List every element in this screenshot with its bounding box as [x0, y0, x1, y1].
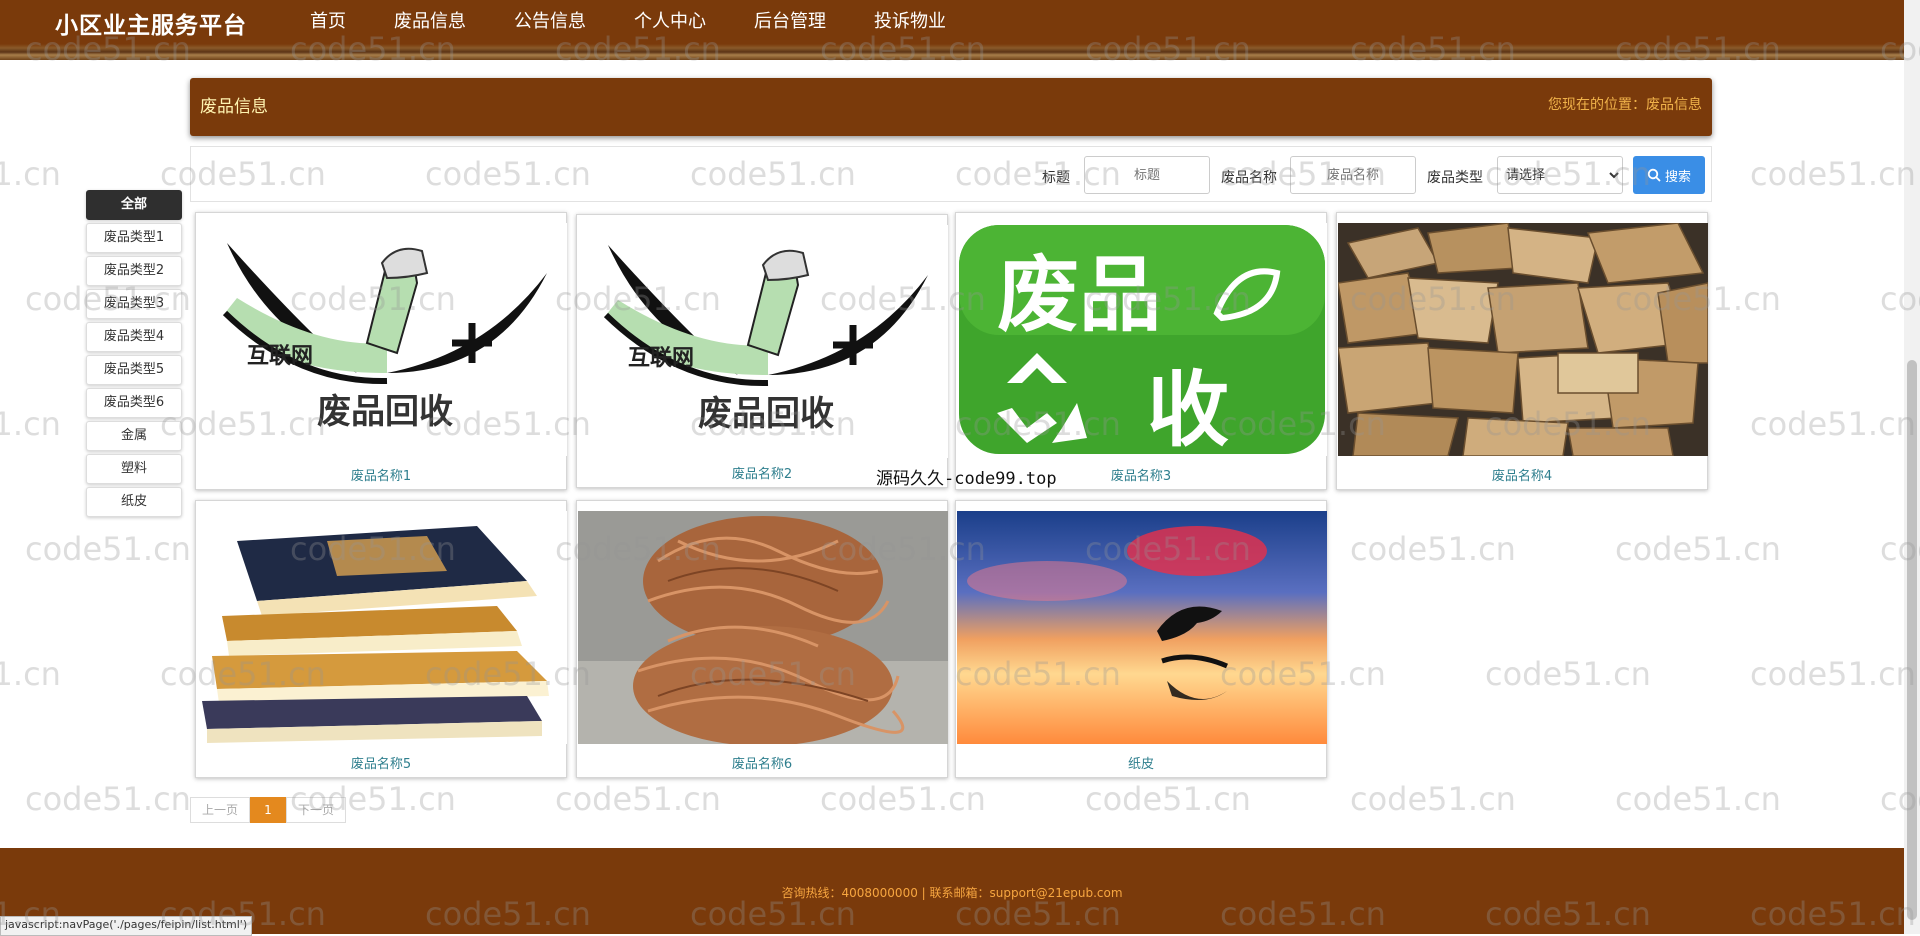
category-all[interactable]: 全部	[86, 190, 182, 220]
dolphin-sunset-image	[957, 511, 1327, 744]
book-stack-image	[197, 511, 567, 744]
type-label: 废品类型	[1427, 170, 1483, 186]
product-card[interactable]: 互联网 废品回收 废品名称2	[576, 214, 948, 488]
nav-admin[interactable]: 后台管理	[730, 0, 850, 44]
svg-text:互联网: 互联网	[628, 346, 694, 371]
footer-contact: 咨询热线：4008000000 | 联系邮箱：support@21epub.co…	[781, 886, 1123, 900]
watermark-text: code51.cn	[555, 780, 721, 818]
watermark-text: code51.cn	[1485, 655, 1651, 693]
category-item[interactable]: 废品类型1	[86, 223, 182, 253]
product-card[interactable]: 废品名称6	[576, 500, 948, 778]
product-card[interactable]: 废品 收 废品名称3	[955, 212, 1327, 490]
footer: 咨询热线：4008000000 | 联系邮箱：support@21epub.co…	[0, 848, 1904, 934]
product-name[interactable]: 废品名称6	[577, 753, 947, 772]
product-name[interactable]: 废品名称1	[196, 465, 566, 484]
category-list: 全部 废品类型1 废品类型2 废品类型3 废品类型4 废品类型5 废品类型6 金…	[86, 190, 182, 520]
title-label: 标题	[1042, 170, 1070, 186]
search-button[interactable]: 搜索	[1633, 156, 1705, 194]
category-cardboard[interactable]: 纸皮	[86, 487, 182, 517]
current-page-button[interactable]: 1	[250, 797, 286, 823]
watermark-text: code51.cn	[1350, 530, 1516, 568]
watermark-text: code51.cn	[1085, 780, 1251, 818]
category-item[interactable]: 废品类型6	[86, 388, 182, 418]
recycle-green-sign-image: 废品 收	[957, 223, 1327, 456]
category-item[interactable]: 废品类型4	[86, 322, 182, 352]
watermark-text: code51.cn	[0, 655, 61, 693]
nav-complaint[interactable]: 投诉物业	[850, 0, 970, 44]
watermark-text: code51.cn	[820, 780, 986, 818]
watermark-text: code51.cn	[1750, 405, 1916, 443]
product-card[interactable]: 互联网 废品回收 废品名称1	[195, 212, 567, 490]
category-plastic[interactable]: 塑料	[86, 454, 182, 484]
svg-text:收: 收	[1147, 363, 1229, 456]
search-bar: 标题 废品名称 废品类型 请选择 搜索	[190, 146, 1712, 202]
category-item[interactable]: 废品类型3	[86, 289, 182, 319]
product-card[interactable]: 纸皮	[955, 500, 1327, 778]
product-name[interactable]: 纸皮	[956, 753, 1326, 772]
category-item[interactable]: 废品类型2	[86, 256, 182, 286]
recycle-logo-image: 互联网 废品回收	[578, 225, 948, 458]
nav-waste-info[interactable]: 废品信息	[370, 0, 490, 44]
product-name[interactable]: 废品名称5	[196, 753, 566, 772]
watermark-text: code51.cn	[0, 405, 61, 443]
name-label: 废品名称	[1221, 170, 1277, 186]
search-button-label: 搜索	[1664, 169, 1691, 185]
next-page-button[interactable]: 下一页	[286, 797, 346, 823]
page-header: 废品信息 您现在的位置：废品信息	[190, 78, 1712, 136]
watermark-text: code51.cn	[1750, 155, 1916, 193]
watermark-text: code51.cn	[1750, 655, 1916, 693]
browser-status-url: javascript:navPage('./pages/feipin/list.…	[0, 916, 253, 936]
product-card[interactable]: 废品名称5	[195, 500, 567, 778]
top-nav-bar: 小区业主服务平台 首页 废品信息 公告信息 个人中心 后台管理 投诉物业	[0, 0, 1904, 60]
pagination: 上一页 1 下一页	[190, 797, 346, 823]
watermark-text: code51.cn	[0, 155, 61, 193]
type-select[interactable]: 请选择	[1497, 156, 1623, 194]
category-item[interactable]: 废品类型5	[86, 355, 182, 385]
main-nav: 首页 废品信息 公告信息 个人中心 后台管理 投诉物业	[282, 0, 970, 44]
product-card[interactable]: 废品名称4	[1336, 212, 1708, 490]
watermark-text: code51.cn	[25, 530, 191, 568]
svg-text:废品回收: 废品回收	[698, 394, 834, 434]
search-icon	[1647, 168, 1661, 182]
page-title: 废品信息	[200, 97, 268, 117]
svg-text:废品回收: 废品回收	[317, 392, 453, 432]
svg-text:废品: 废品	[997, 248, 1161, 343]
category-metal[interactable]: 金属	[86, 421, 182, 451]
product-name[interactable]: 废品名称2	[577, 463, 947, 482]
prev-page-button[interactable]: 上一页	[190, 797, 250, 823]
recycle-logo-image: 互联网 废品回收	[197, 223, 567, 456]
page-scrollbar-thumb[interactable]	[1907, 360, 1917, 920]
watermark-text: code51.cn	[1615, 530, 1781, 568]
cardboard-pile-image	[1338, 223, 1708, 456]
title-input[interactable]	[1084, 156, 1210, 194]
brand-title[interactable]: 小区业主服务平台	[55, 6, 247, 40]
copper-wire-image	[578, 511, 948, 744]
watermark-text: code51.cn	[1350, 780, 1516, 818]
nav-home[interactable]: 首页	[282, 0, 370, 44]
product-name[interactable]: 废品名称3	[956, 465, 1326, 484]
name-input[interactable]	[1290, 156, 1416, 194]
breadcrumb: 您现在的位置：废品信息	[1548, 97, 1702, 113]
nav-announcements[interactable]: 公告信息	[490, 0, 610, 44]
svg-text:互联网: 互联网	[247, 344, 313, 369]
nav-personal-center[interactable]: 个人中心	[610, 0, 730, 44]
product-name[interactable]: 废品名称4	[1337, 465, 1707, 484]
watermark-text: code51.cn	[25, 780, 191, 818]
watermark-text: code51.cn	[1615, 780, 1781, 818]
